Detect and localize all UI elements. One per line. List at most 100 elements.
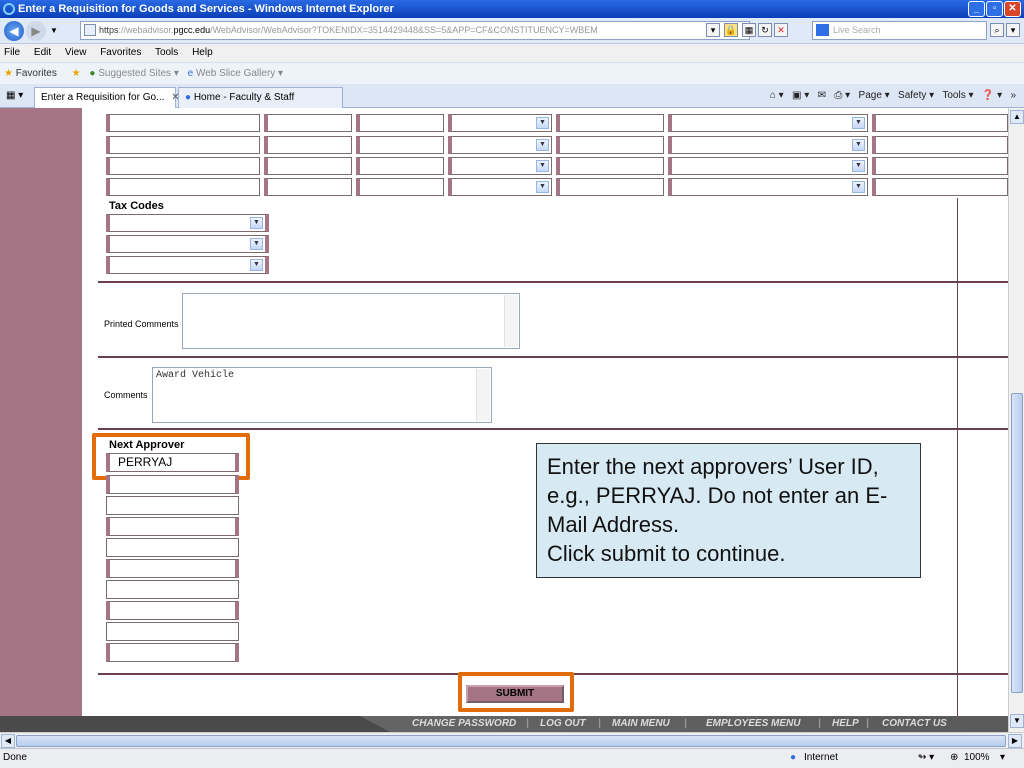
grid-cell-input[interactable] [106, 178, 260, 196]
dropdown-arrow-icon[interactable]: ▼ [852, 139, 865, 151]
favorites-button[interactable]: Favorites [16, 68, 57, 79]
forward-button[interactable]: ▶ [26, 21, 46, 41]
approver-input[interactable] [106, 601, 239, 620]
grid-cell-input[interactable] [356, 114, 444, 132]
tax-code-select[interactable]: ▼ [106, 235, 269, 253]
close-window-button[interactable]: ✕ [1004, 1, 1021, 17]
grid-cell-input[interactable] [556, 178, 664, 196]
home-icon[interactable]: ⌂ ▾ [770, 90, 784, 101]
grid-cell-input[interactable] [556, 136, 664, 154]
grid-cell-input[interactable] [106, 136, 260, 154]
suggested-sites-link[interactable]: Suggested Sites ▾ [98, 68, 179, 79]
grid-cell-input[interactable] [356, 136, 444, 154]
textarea-scrollbar[interactable] [504, 295, 518, 347]
quick-tabs-icon[interactable]: ▦ ▾ [6, 90, 23, 101]
grid-cell-input[interactable] [872, 114, 1008, 132]
horizontal-scrollbar[interactable]: ◀ ▶ [0, 732, 1024, 748]
dropdown-arrow-icon[interactable]: ▼ [536, 181, 549, 193]
search-input[interactable]: Live Search [812, 21, 987, 40]
maximize-button[interactable]: ▫ [986, 1, 1003, 17]
feeds-icon[interactable]: ▣ ▾ [792, 90, 809, 101]
dropdown-arrow-icon[interactable]: ▼ [250, 217, 263, 229]
grid-cell-select[interactable]: ▼ [448, 157, 552, 175]
compatibility-icon[interactable]: ▦ [742, 23, 756, 37]
safety-menu[interactable]: Safety ▾ [898, 90, 934, 101]
grid-cell-input[interactable] [264, 157, 352, 175]
main-menu-link[interactable]: MAIN MENU [612, 716, 670, 732]
approver-input[interactable] [106, 496, 239, 515]
tools-menu[interactable]: Tools ▾ [942, 90, 973, 101]
grid-cell-select[interactable]: ▼ [448, 136, 552, 154]
stop-icon[interactable]: ✕ [774, 23, 788, 37]
search-options-icon[interactable]: ▾ [1006, 23, 1020, 37]
contact-us-link[interactable]: CONTACT US [882, 716, 947, 732]
zoom-icon[interactable]: ⊕ [950, 749, 958, 767]
menu-view[interactable]: View [65, 47, 87, 58]
menu-tools[interactable]: Tools [155, 47, 178, 58]
grid-cell-input[interactable] [264, 114, 352, 132]
grid-cell-input[interactable] [872, 136, 1008, 154]
grid-cell-input[interactable] [556, 114, 664, 132]
menu-file[interactable]: File [4, 47, 20, 58]
search-icon[interactable]: ⌕ [990, 23, 1004, 37]
minimize-button[interactable]: _ [968, 1, 985, 17]
approver-input[interactable] [106, 517, 239, 536]
dropdown-arrow-icon[interactable]: ▼ [536, 139, 549, 151]
grid-cell-select[interactable]: ▼ [668, 114, 868, 132]
grid-cell-select[interactable]: ▼ [448, 114, 552, 132]
grid-cell-input[interactable] [356, 178, 444, 196]
approver-input[interactable] [106, 559, 239, 578]
change-password-link[interactable]: CHANGE PASSWORD [412, 716, 516, 732]
refresh-icon[interactable]: ↻ [758, 23, 772, 37]
grid-cell-input[interactable] [264, 178, 352, 196]
lock-icon[interactable]: 🔒 [724, 23, 738, 37]
grid-cell-input[interactable] [872, 178, 1008, 196]
scroll-up-icon[interactable]: ▲ [1010, 110, 1024, 124]
approver-input[interactable] [106, 643, 239, 662]
approver-input[interactable] [106, 538, 239, 557]
submit-button[interactable]: SUBMIT [466, 685, 564, 703]
grid-cell-input[interactable] [356, 157, 444, 175]
dropdown-arrow-icon[interactable]: ▼ [250, 238, 263, 250]
approver-input[interactable] [106, 475, 239, 494]
scroll-right-icon[interactable]: ▶ [1008, 734, 1022, 748]
scroll-down-icon[interactable]: ▼ [1010, 714, 1024, 728]
grid-cell-input[interactable] [872, 157, 1008, 175]
grid-cell-select[interactable]: ▼ [448, 178, 552, 196]
web-slice-gallery-link[interactable]: Web Slice Gallery ▾ [196, 68, 283, 79]
comments-textarea[interactable]: Award Vehicle [152, 367, 492, 423]
grid-cell-select[interactable]: ▼ [668, 178, 868, 196]
grid-cell-select[interactable]: ▼ [668, 136, 868, 154]
menu-favorites[interactable]: Favorites [100, 47, 141, 58]
more-commands-icon[interactable]: » [1010, 90, 1016, 101]
dropdown-arrow-icon[interactable]: ▼ [536, 117, 549, 129]
add-favorite-icon[interactable]: ★ [72, 68, 81, 79]
dropdown-arrow-icon[interactable]: ▼ [250, 259, 263, 271]
grid-cell-input[interactable] [106, 114, 260, 132]
dropdown-arrow-icon[interactable]: ▼ [852, 160, 865, 172]
vertical-scrollbar[interactable]: ▲ ▼ [1008, 108, 1024, 732]
tab-home-faculty[interactable]: ● Home - Faculty & Staff [178, 87, 343, 108]
grid-cell-input[interactable] [264, 136, 352, 154]
grid-cell-select[interactable]: ▼ [668, 157, 868, 175]
page-menu[interactable]: Page ▾ [859, 90, 890, 101]
dropdown-arrow-icon[interactable]: ▼ [536, 160, 549, 172]
printed-comments-textarea[interactable] [182, 293, 520, 349]
mail-icon[interactable]: ✉ [818, 90, 826, 101]
history-dropdown-icon[interactable]: ▼ [50, 26, 58, 35]
zoom-dropdown-icon[interactable]: ▾ [1000, 749, 1005, 767]
grid-cell-input[interactable] [106, 157, 260, 175]
tax-code-select[interactable]: ▼ [106, 214, 269, 232]
menu-help[interactable]: Help [192, 47, 213, 58]
vertical-scroll-thumb[interactable] [1011, 393, 1023, 693]
textarea-scrollbar[interactable] [476, 369, 490, 421]
address-dropdown-icon[interactable]: ▾ [706, 23, 720, 37]
address-input[interactable]: https://webadvisor.pgcc.edu/WebAdvisor/W… [80, 21, 750, 40]
approver-input[interactable] [106, 622, 239, 641]
employees-menu-link[interactable]: EMPLOYEES MENU [706, 716, 800, 732]
tab-requisition[interactable]: Enter a Requisition for Go... ✕ [34, 87, 180, 108]
tax-code-select[interactable]: ▼ [106, 256, 269, 274]
grid-cell-input[interactable] [556, 157, 664, 175]
zoom-level[interactable]: 100% [964, 749, 990, 767]
approver-input[interactable] [106, 580, 239, 599]
